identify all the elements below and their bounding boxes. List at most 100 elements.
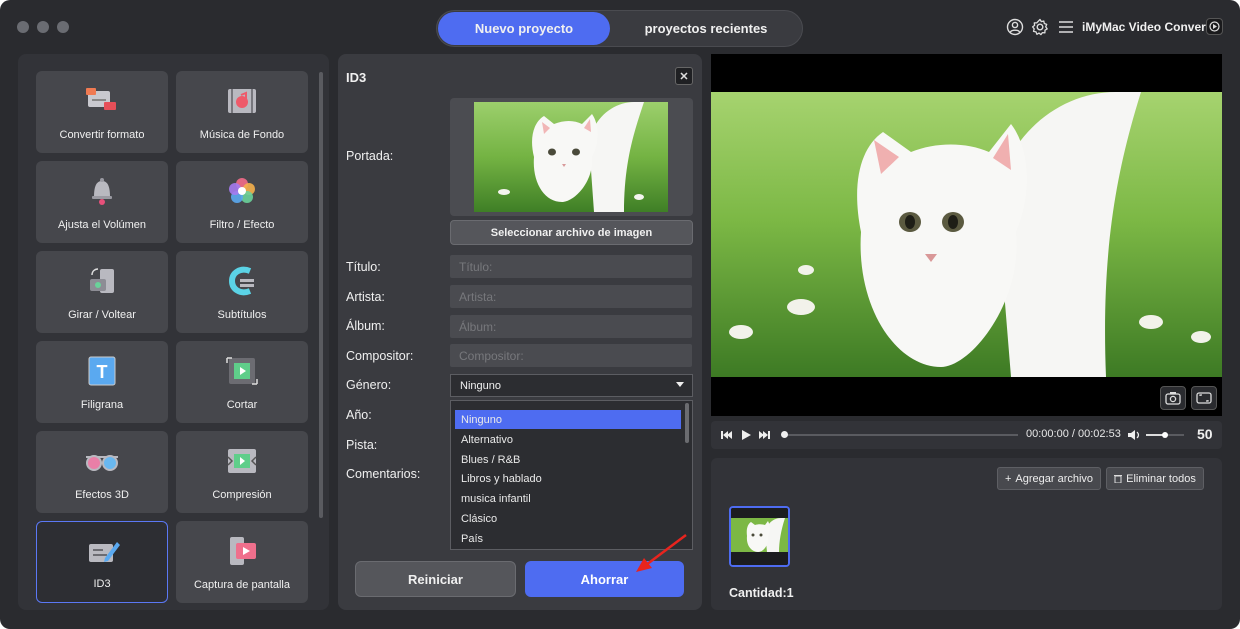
- tool-label: Ajusta el Volúmen: [57, 219, 147, 231]
- tool-3d-effects[interactable]: Efectos 3D: [36, 431, 168, 513]
- project-tabs: Nuevo proyecto proyectos recientes: [436, 10, 803, 47]
- menu-icon[interactable]: [1057, 18, 1075, 36]
- genre-option[interactable]: musica infantil: [455, 489, 681, 508]
- 3d-glasses-icon: [84, 445, 120, 477]
- snapshot-button[interactable]: [1160, 386, 1186, 410]
- window-minimize-dot[interactable]: [37, 21, 49, 33]
- camera-icon: [1165, 392, 1181, 405]
- play-icon[interactable]: [740, 429, 752, 441]
- fullscreen-button[interactable]: [1191, 386, 1217, 410]
- volume-bell-icon: [84, 175, 120, 207]
- composer-field[interactable]: [450, 344, 692, 367]
- reset-button[interactable]: Reiniciar: [355, 561, 516, 597]
- tool-label: Compresión: [212, 489, 272, 501]
- tool-watermark[interactable]: T Filigrana: [36, 341, 168, 423]
- crop-icon: [224, 355, 260, 387]
- genre-value: Ninguno: [460, 379, 501, 392]
- screen-capture-icon: [224, 535, 260, 567]
- tool-label: Música de Fondo: [199, 129, 285, 141]
- volume-knob[interactable]: [1162, 432, 1168, 438]
- tool-label: Convertir formato: [59, 129, 145, 141]
- genre-option[interactable]: Blues / R&B: [455, 450, 681, 469]
- convert-format-icon: [84, 85, 120, 117]
- time-display: 00:00:00 / 00:02:53: [1026, 428, 1121, 440]
- tool-filter-effect[interactable]: Filtro / Efecto: [176, 161, 308, 243]
- tool-label: Subtítulos: [217, 309, 267, 321]
- genre-option[interactable]: Alternativo: [455, 430, 681, 449]
- timeline-knob[interactable]: [781, 431, 788, 438]
- artist-label: Artista:: [346, 290, 385, 304]
- window-close-dot[interactable]: [17, 21, 29, 33]
- genre-option[interactable]: Ninguno: [455, 410, 681, 429]
- close-button[interactable]: ✕: [675, 67, 693, 85]
- composer-label: Compositor:: [346, 349, 414, 363]
- tab-recent-projects[interactable]: proyectos recientes: [612, 12, 800, 45]
- app-name: iMyMac Video Converter: [1082, 20, 1222, 34]
- artist-field[interactable]: [450, 285, 692, 308]
- red-arrow-icon: [636, 534, 687, 572]
- tool-label: Cortar: [226, 399, 258, 411]
- title-label: Título:: [346, 260, 381, 274]
- tab-new-project[interactable]: Nuevo proyecto: [438, 12, 610, 45]
- tool-rotate-flip[interactable]: Girar / Voltear: [36, 251, 168, 333]
- tool-subtitles[interactable]: Subtítulos: [176, 251, 308, 333]
- select-image-button[interactable]: Seleccionar archivo de imagen: [450, 220, 693, 245]
- file-thumbnail[interactable]: [729, 506, 790, 567]
- trash-icon: [1114, 475, 1123, 483]
- rotate-flip-icon: [84, 265, 120, 297]
- genre-option[interactable]: Clásico: [455, 509, 681, 528]
- subtitles-icon: [224, 265, 260, 297]
- user-icon[interactable]: [1006, 18, 1024, 36]
- plus-icon: +: [1004, 472, 1012, 485]
- skip-forward-icon[interactable]: [759, 429, 771, 441]
- volume-icon[interactable]: [1127, 429, 1141, 441]
- year-label: Año:: [346, 408, 372, 422]
- cover-label: Portada:: [346, 149, 394, 163]
- preview-image: [711, 92, 1222, 377]
- title-field[interactable]: [450, 255, 692, 278]
- watermark-icon: T: [84, 355, 120, 387]
- tool-volume[interactable]: Ajusta el Volúmen: [36, 161, 168, 243]
- panel-title: ID3: [346, 70, 367, 85]
- tool-compression[interactable]: Compresión: [176, 431, 308, 513]
- fullscreen-icon: [1196, 392, 1212, 404]
- track-label: Pista:: [346, 438, 378, 452]
- tool-label: Filtro / Efecto: [209, 219, 275, 231]
- tool-label: Captura de pantalla: [193, 579, 290, 591]
- volume-value: 50: [1197, 426, 1213, 442]
- close-icon: ✕: [679, 70, 689, 83]
- app-window: Nuevo proyecto proyectos recientes iMyMa…: [0, 0, 1240, 629]
- remove-all-button[interactable]: Eliminar todos: [1106, 467, 1204, 490]
- album-field[interactable]: [450, 315, 692, 338]
- genre-dropdown: Ninguno Alternativo Blues / R&B Libros y…: [450, 400, 693, 550]
- tool-background-music[interactable]: Música de Fondo: [176, 71, 308, 153]
- dropdown-scrollbar[interactable]: [685, 403, 689, 443]
- cover-image: [474, 102, 668, 212]
- genre-select[interactable]: Ninguno: [450, 374, 693, 397]
- tool-label: ID3: [93, 578, 111, 590]
- add-file-button[interactable]: + Agregar archivo: [997, 467, 1101, 490]
- app-logo-icon: [1206, 18, 1223, 35]
- tools-scrollbar[interactable]: [319, 72, 323, 518]
- tool-convert-format[interactable]: Convertir formato: [36, 71, 168, 153]
- genre-option[interactable]: Libros y hablado: [455, 469, 681, 488]
- window-maximize-dot[interactable]: [57, 21, 69, 33]
- filter-effect-icon: [224, 175, 260, 207]
- gear-icon[interactable]: [1031, 18, 1049, 36]
- chevron-down-icon: [676, 382, 684, 387]
- skip-back-icon[interactable]: [720, 429, 732, 441]
- tool-label: Girar / Voltear: [68, 309, 136, 321]
- tool-crop[interactable]: Cortar: [176, 341, 308, 423]
- file-count: Cantidad:1: [729, 586, 794, 600]
- tool-id3[interactable]: ID3: [36, 521, 168, 603]
- comments-label: Comentarios:: [346, 467, 421, 481]
- timeline-track[interactable]: [784, 434, 1018, 436]
- remove-all-label: Eliminar todos: [1126, 472, 1196, 485]
- genre-label: Género:: [346, 378, 392, 392]
- id3-tag-icon: [85, 536, 121, 568]
- background-music-icon: [224, 85, 260, 117]
- svg-text:T: T: [97, 362, 108, 382]
- add-file-label: Agregar archivo: [1015, 472, 1094, 485]
- album-label: Álbum:: [346, 319, 385, 333]
- tool-screen-capture[interactable]: Captura de pantalla: [176, 521, 308, 603]
